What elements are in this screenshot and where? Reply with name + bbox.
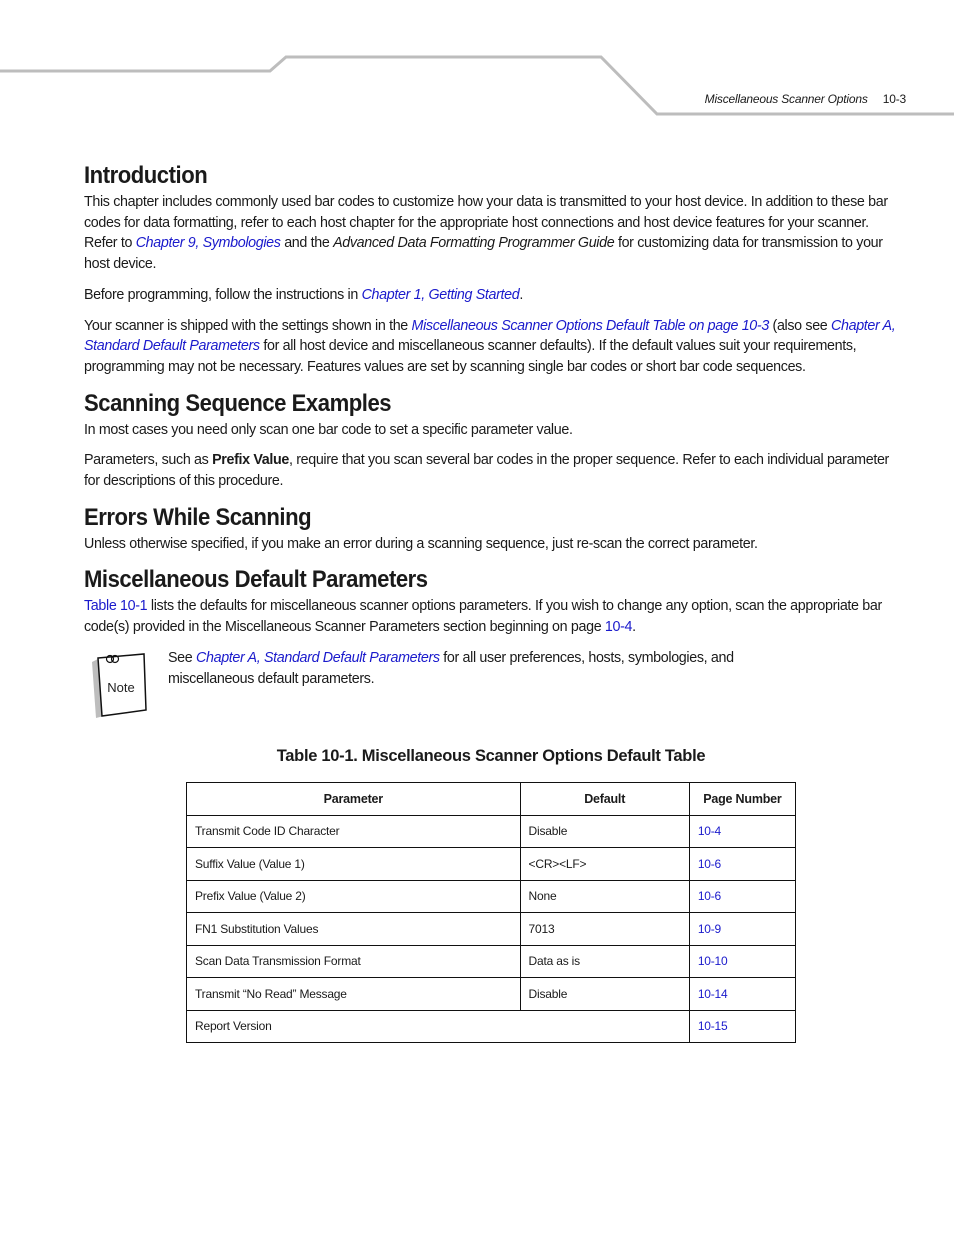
cell-page-link[interactable]: 10-6 — [688, 879, 797, 913]
cell-page-link[interactable]: 10-15 — [688, 1009, 797, 1043]
text: Parameters, such as — [84, 452, 213, 469]
intro-paragraph-3: Your scanner is shipped with the setting… — [84, 316, 899, 378]
scanning-paragraph-1: In most cases you need only scan one bar… — [84, 421, 573, 438]
intro-paragraph-1: This chapter includes commonly used bar … — [84, 192, 899, 275]
guide-title: Advanced Data Formatting Programmer Guid… — [333, 235, 615, 252]
cell-default: Data as is — [519, 944, 690, 978]
cell-default: Disable — [519, 814, 690, 848]
running-title: Miscellaneous Scanner Options — [704, 92, 868, 106]
scanning-paragraph-2: Parameters, such as Prefix Value, requir… — [84, 450, 899, 491]
note-icon-label: Note — [107, 680, 134, 695]
text: See — [168, 649, 197, 666]
heading-errors: Errors While Scanning — [84, 503, 312, 531]
link-chapter-9[interactable]: Chapter 9, Symbologies — [136, 235, 281, 251]
cell-parameter: Suffix Value (Value 1) — [186, 847, 521, 881]
cell-page-link[interactable]: 10-4 — [688, 814, 797, 848]
intro-paragraph-2: Before programming, follow the instructi… — [84, 285, 899, 306]
cell-parameter: Transmit “No Read” Message — [186, 977, 521, 1011]
table-caption: Table 10-1. Miscellaneous Scanner Option… — [276, 747, 706, 765]
text: (also see — [768, 317, 832, 334]
text: . — [632, 619, 636, 636]
page-number: 10-3 — [882, 92, 906, 106]
note-callout: Note See Chapter A, Standard Default Par… — [84, 648, 899, 730]
link-chapter-a-note[interactable]: Chapter A, Standard Default Parameters — [196, 650, 440, 666]
running-header: Miscellaneous Scanner Options 10-3 — [704, 92, 907, 106]
table-row: Report Version 10-15 — [186, 1009, 797, 1043]
prefix-value-term: Prefix Value — [212, 452, 289, 469]
cell-parameter: FN1 Substitution Values — [186, 912, 521, 946]
cell-default: None — [519, 879, 690, 913]
cell-default: <CR><LF> — [519, 847, 690, 881]
table-row: Transmit Code ID Character Disable 10-4 — [186, 814, 797, 848]
cell-page-link[interactable]: 10-14 — [688, 977, 797, 1011]
cell-page-link[interactable]: 10-10 — [688, 944, 797, 978]
note-text: See Chapter A, Standard Default Paramete… — [168, 648, 808, 689]
table-row: Transmit “No Read” Message Disable 10-14 — [186, 977, 797, 1011]
column-header-page-number: Page Number — [688, 782, 797, 816]
text: Before programming, follow the instructi… — [84, 286, 362, 303]
cell-parameter: Report Version — [186, 1009, 690, 1043]
link-chapter-1[interactable]: Chapter 1, Getting Started — [362, 287, 520, 303]
cell-page-link[interactable]: 10-6 — [688, 847, 797, 881]
cell-default: 7013 — [519, 912, 690, 946]
cell-default: Disable — [519, 977, 690, 1011]
defaults-table: Parameter Default Page Number Transmit C… — [186, 782, 797, 1043]
cell-parameter: Transmit Code ID Character — [186, 814, 521, 848]
text: . — [519, 286, 523, 303]
errors-paragraph: Unless otherwise specified, if you make … — [84, 535, 758, 552]
link-page-10-4[interactable]: 10-4 — [605, 619, 633, 635]
misc-defaults-paragraph: Table 10-1 lists the defaults for miscel… — [84, 596, 899, 637]
link-table-10-1[interactable]: Table 10-1 — [84, 598, 148, 614]
text: lists the defaults for miscellaneous sca… — [84, 598, 882, 636]
table-row: FN1 Substitution Values 7013 10-9 — [186, 912, 797, 946]
table-row: Prefix Value (Value 2) None 10-6 — [186, 879, 797, 913]
cell-parameter: Prefix Value (Value 2) — [186, 879, 521, 913]
text: Your scanner is shipped with the setting… — [84, 317, 412, 334]
page-content: Introduction This chapter includes commo… — [84, 160, 899, 730]
heading-misc-defaults: Miscellaneous Default Parameters — [84, 566, 428, 594]
table-row: Suffix Value (Value 1) <CR><LF> 10-6 — [186, 847, 797, 881]
cell-page-link[interactable]: 10-9 — [688, 912, 797, 946]
table-row: Scan Data Transmission Format Data as is… — [186, 944, 797, 978]
cell-parameter: Scan Data Transmission Format — [186, 944, 521, 978]
note-icon: Note — [92, 653, 147, 718]
column-header-parameter: Parameter — [186, 782, 521, 816]
heading-scanning-sequence: Scanning Sequence Examples — [84, 389, 392, 417]
text: and the — [280, 235, 334, 252]
link-default-table[interactable]: Miscellaneous Scanner Options Default Ta… — [412, 318, 770, 334]
column-header-default: Default — [519, 782, 690, 816]
table-header-row: Parameter Default Page Number — [186, 782, 797, 816]
heading-introduction: Introduction — [84, 162, 208, 189]
